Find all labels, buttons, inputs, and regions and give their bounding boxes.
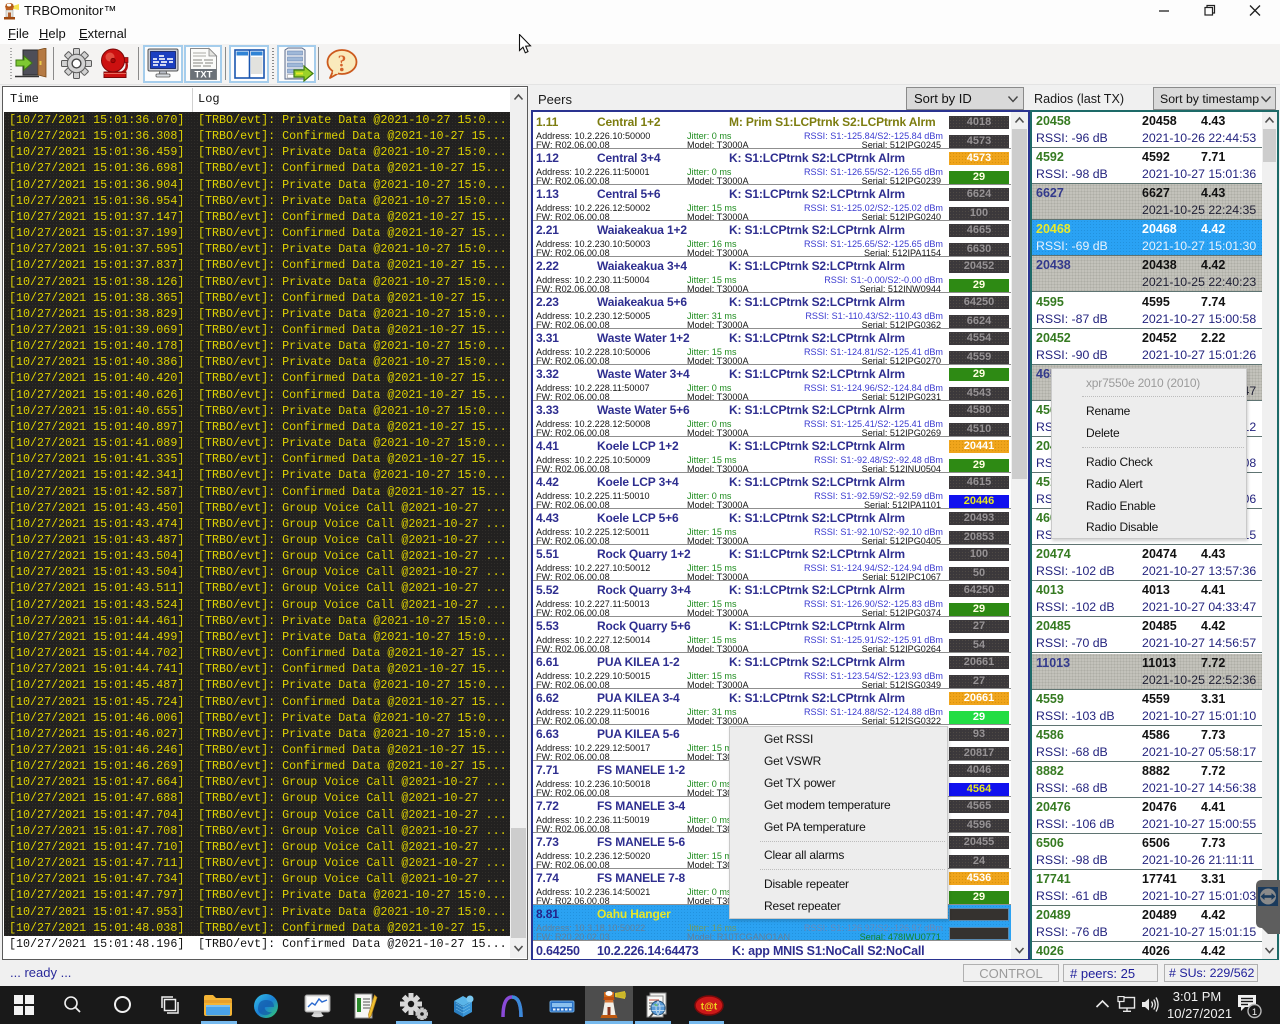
svg-text:t@t: t@t — [701, 1002, 718, 1013]
svg-text:1: 1 — [1252, 1007, 1257, 1018]
svg-text:?: ? — [338, 52, 347, 71]
svg-text:TXT: TXT — [195, 70, 213, 81]
